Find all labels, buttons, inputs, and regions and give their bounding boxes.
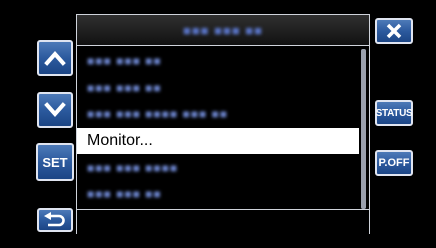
- status-button-label: STATUS: [375, 107, 413, 119]
- menu-item[interactable]: ■■■ ■■■ ■■■■ ■■■ ■■: [77, 102, 359, 126]
- menu-item-monitor[interactable]: Monitor...: [77, 128, 359, 154]
- camera-menu-screen: SET ■■■ ■■■ ■■ ■■■ ■■■ ■■ ■■■ ■■■ ■■ ■■■…: [0, 0, 436, 248]
- menu-item-label: ■■■ ■■■ ■■■■ ■■■ ■■: [87, 107, 229, 121]
- scroll-down-button[interactable]: [37, 92, 73, 128]
- menu-panel: ■■■ ■■■ ■■ ■■■ ■■■ ■■ ■■■ ■■■ ■■ ■■■ ■■■…: [76, 14, 370, 234]
- menu-item-label: ■■■ ■■■ ■■: [87, 81, 162, 95]
- menu-footer: [77, 209, 369, 234]
- chevron-up-icon: [44, 50, 66, 66]
- power-off-button-label: P.OFF: [378, 157, 410, 169]
- menu-item-label: ■■■ ■■■ ■■: [87, 187, 162, 201]
- close-x-icon: [386, 23, 402, 39]
- power-off-button[interactable]: P.OFF: [375, 150, 413, 176]
- scrollbar-thumb[interactable]: [361, 49, 366, 209]
- menu-item-label: ■■■ ■■■ ■■: [87, 54, 162, 68]
- scroll-up-button[interactable]: [37, 40, 73, 76]
- menu-item[interactable]: ■■■ ■■■ ■■: [77, 49, 359, 73]
- return-arrow-icon: [44, 212, 65, 227]
- menu-item[interactable]: ■■■ ■■■ ■■■■: [77, 156, 359, 180]
- set-button-label: SET: [42, 154, 68, 170]
- set-button[interactable]: SET: [36, 143, 74, 181]
- chevron-down-icon: [44, 102, 66, 118]
- menu-item[interactable]: ■■■ ■■■ ■■: [77, 182, 359, 206]
- close-button[interactable]: [375, 18, 413, 44]
- menu-title: ■■■ ■■■ ■■: [182, 22, 264, 38]
- menu-item-label: ■■■ ■■■ ■■■■: [87, 161, 179, 175]
- status-button[interactable]: STATUS: [375, 100, 413, 126]
- menu-item-label: Monitor...: [87, 132, 153, 149]
- menu-item[interactable]: ■■■ ■■■ ■■: [77, 76, 359, 100]
- menu-title-bar: ■■■ ■■■ ■■: [77, 15, 369, 46]
- menu-list: ■■■ ■■■ ■■ ■■■ ■■■ ■■ ■■■ ■■■ ■■■■ ■■■ ■…: [77, 46, 359, 208]
- scrollbar[interactable]: [361, 49, 366, 209]
- back-button[interactable]: [37, 208, 73, 232]
